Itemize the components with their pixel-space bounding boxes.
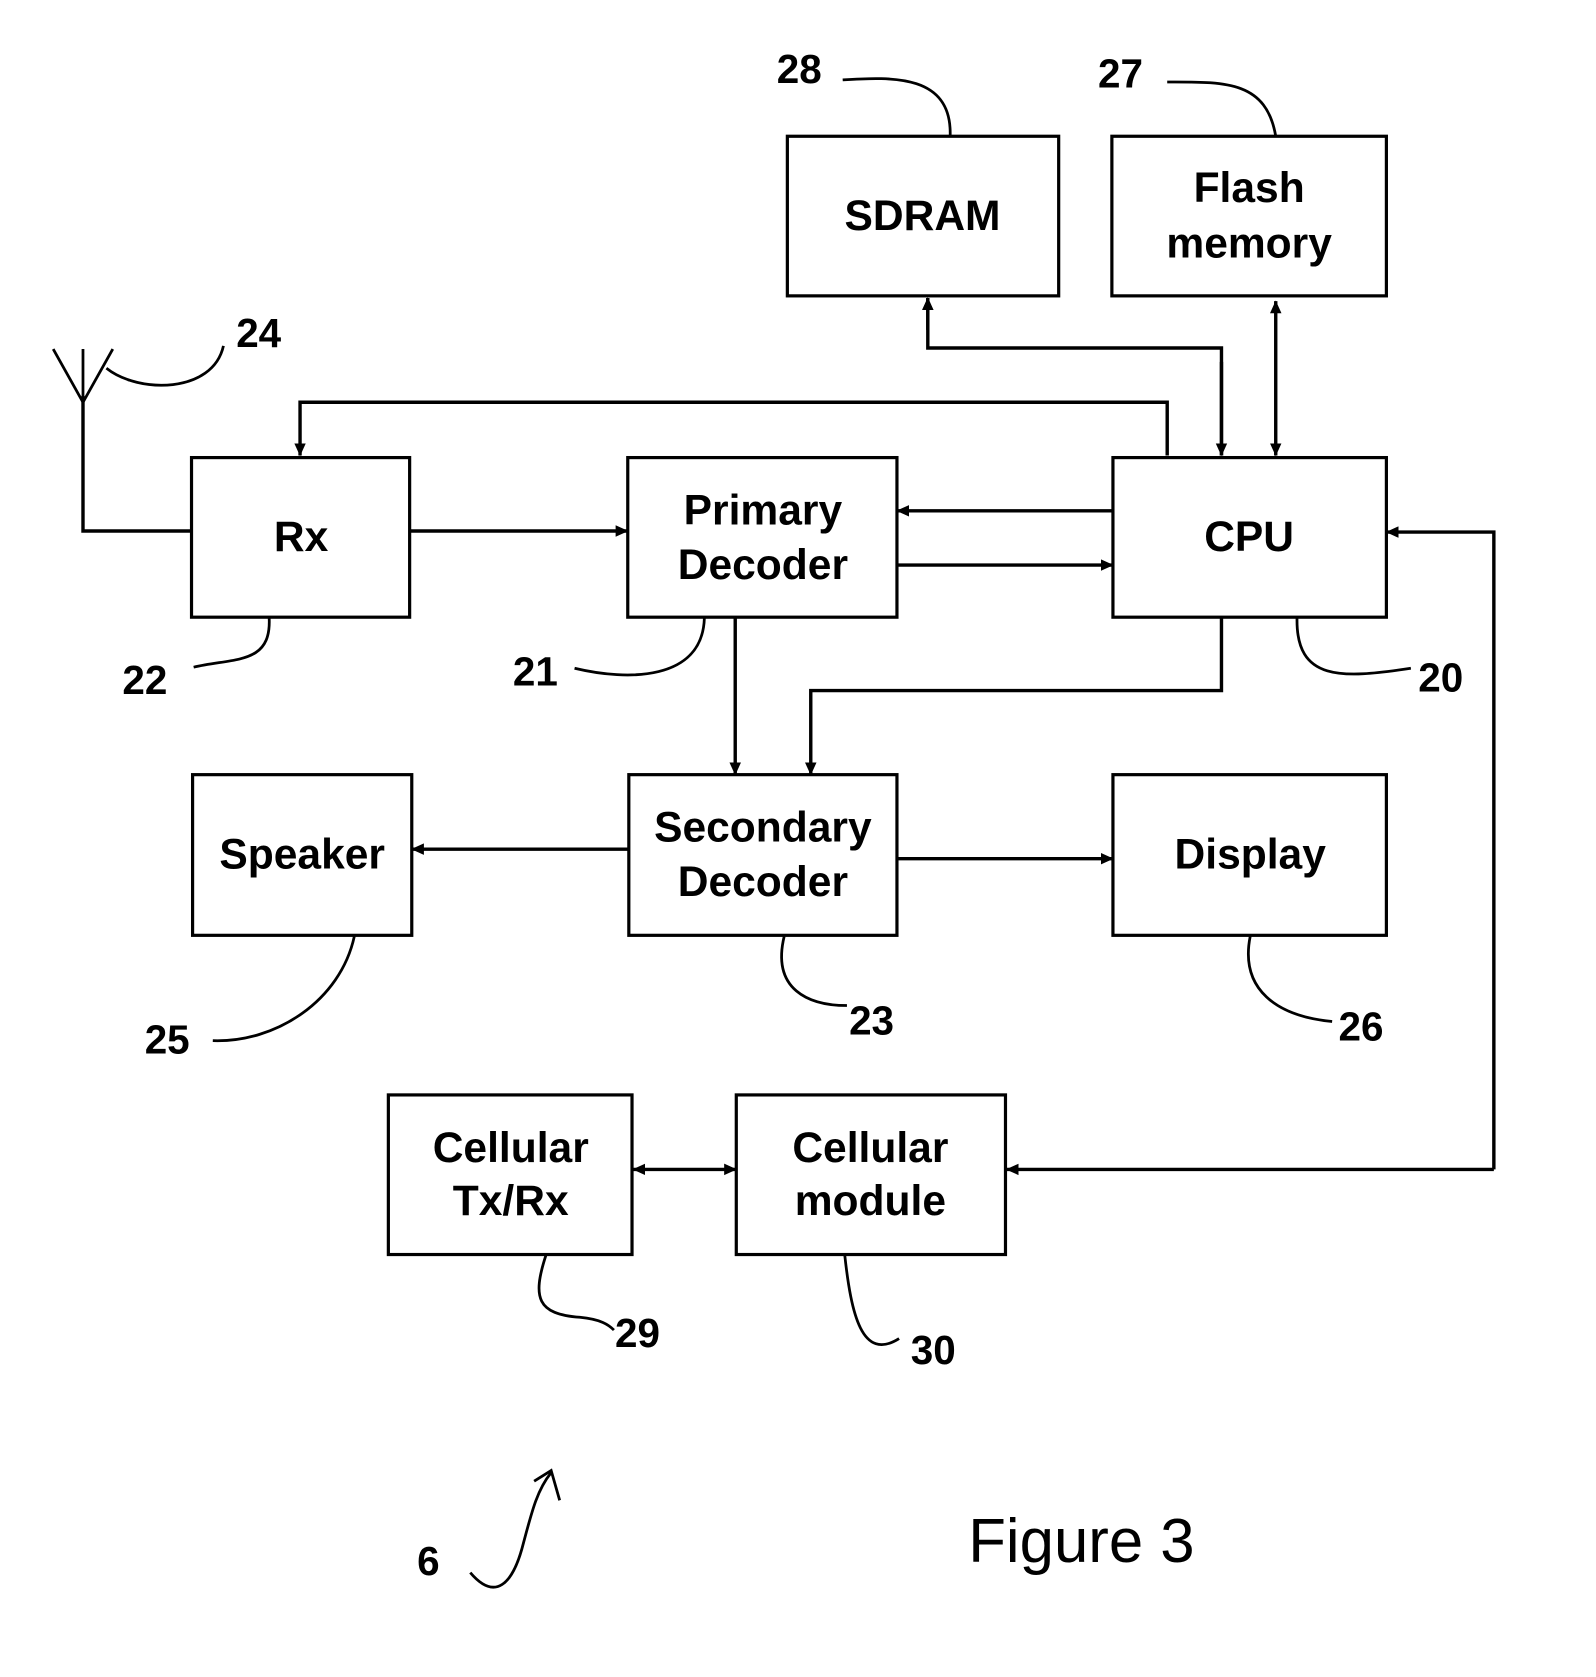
ref-24: 24 [236, 310, 281, 356]
leader-25 [212, 936, 356, 1043]
leader-20 [1295, 618, 1412, 676]
wire-antenna-rx [81, 395, 192, 533]
flash-label-2: memory [1166, 220, 1332, 268]
ref-23: 23 [849, 997, 894, 1043]
secondary-label-1: Secondary [654, 804, 872, 852]
ref-25: 25 [145, 1016, 190, 1062]
display-label: Display [1175, 830, 1327, 878]
primary-label-2: Decoder [678, 541, 848, 589]
block-cpu: CPU 20 [1111, 455, 1463, 701]
sdram-label: SDRAM [844, 192, 1000, 240]
cpu-label: CPU [1204, 513, 1294, 561]
block-cellular-module: Cellular module 30 [734, 1093, 1008, 1373]
ref-6: 6 [417, 1538, 439, 1584]
speaker-label: Speaker [219, 830, 385, 878]
cellular-txrx-label-2: Tx/Rx [453, 1177, 569, 1225]
ref-30: 30 [911, 1327, 956, 1373]
wire-cpu-rx [294, 400, 1169, 457]
secondary-label-2: Decoder [678, 858, 848, 906]
leader-21 [574, 618, 706, 677]
leader-29 [537, 1255, 615, 1332]
leader-23 [780, 936, 847, 1007]
cellular-txrx-label-1: Cellular [433, 1124, 589, 1172]
antenna-icon: 24 [51, 310, 282, 406]
wire-cpu-module-vertical [1385, 526, 1496, 1170]
block-diagram: 24 SDRAM 28 Flash memory 27 Rx 22 Primar… [51, 46, 1496, 1589]
leader-28 [842, 77, 952, 137]
ref-20: 20 [1418, 655, 1463, 701]
block-sdram: SDRAM 28 [777, 46, 1061, 298]
wire-cpu-secondary [805, 618, 1224, 776]
leader-26 [1247, 936, 1333, 1023]
leader-24 [105, 345, 225, 387]
figure-caption: Figure 3 [968, 1507, 1194, 1576]
ref-28: 28 [777, 46, 822, 92]
block-cellular-txrx: Cellular Tx/Rx 29 [386, 1093, 660, 1356]
cellular-module-label-2: module [795, 1177, 946, 1225]
wire-cpu-sdram [922, 297, 1224, 456]
ref-22: 22 [122, 657, 167, 703]
ref-29: 29 [615, 1310, 660, 1356]
ref-27: 27 [1098, 50, 1143, 96]
ref-21: 21 [513, 648, 558, 694]
cellular-module-label-1: Cellular [792, 1124, 948, 1172]
leader-30 [843, 1255, 900, 1346]
flash-label-1: Flash [1194, 164, 1305, 212]
block-rx: Rx 22 [122, 455, 412, 703]
block-flash-memory: Flash memory 27 [1098, 50, 1388, 298]
block-primary-decoder: Primary Decoder 21 [513, 455, 899, 694]
device-pointer-arrow [469, 1471, 553, 1589]
leader-27 [1167, 80, 1278, 137]
primary-label-1: Primary [684, 487, 843, 535]
rx-label: Rx [274, 513, 329, 561]
block-secondary-decoder: Secondary Decoder 23 [627, 773, 899, 1043]
ref-26: 26 [1339, 1004, 1384, 1050]
device-reference: 6 [417, 1468, 561, 1589]
leader-22 [193, 618, 271, 669]
connections [81, 297, 1496, 1176]
block-display: Display 26 [1111, 773, 1388, 1050]
block-speaker: Speaker 25 [145, 773, 414, 1062]
